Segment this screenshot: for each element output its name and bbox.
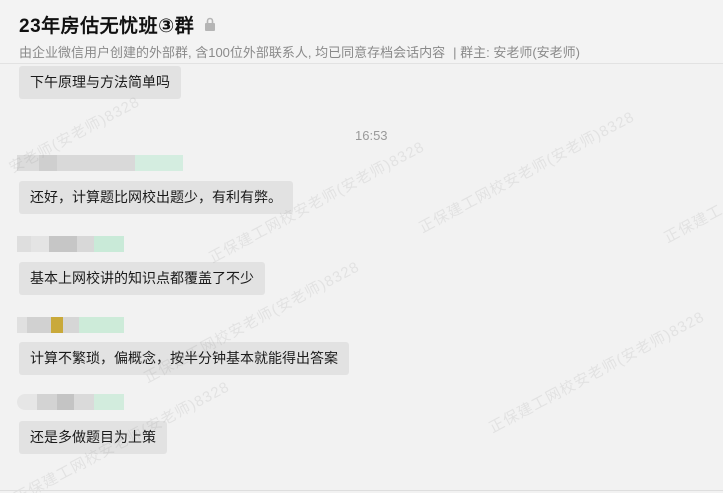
sender-name-blurred[interactable] — [17, 155, 183, 171]
message-timestamp: 16:53 — [355, 128, 388, 143]
message-bubble[interactable]: 还是多做题目为上策 — [19, 421, 167, 454]
input-divider — [0, 490, 723, 491]
sender-name-blurred[interactable] — [17, 317, 124, 333]
lock-icon — [205, 17, 216, 31]
message-bubble[interactable]: 还好，计算题比网校出题少，有利有弊。 — [19, 181, 293, 214]
sender-name-blurred[interactable] — [17, 394, 124, 410]
watermark-text: 正保建工网校安老师(安老师)8328 — [486, 308, 708, 437]
message-bubble[interactable]: 基本上网校讲的知识点都覆盖了不少 — [19, 262, 265, 295]
sender-name-blurred[interactable] — [17, 236, 124, 252]
group-owner[interactable]: | 群主: 安老师(安老师) — [453, 45, 580, 60]
message-bubble[interactable]: 计算不繁琐，偏概念，按半分钟基本就能得出答案 — [19, 342, 349, 375]
message-list[interactable]: 下午原理与方法简单吗 16:53 还好，计算题比网校出题少，有利有弊。 基本上网… — [0, 64, 723, 493]
title-row: 23年房估无忧班③群 — [19, 11, 216, 38]
group-info-text: 由企业微信用户创建的外部群, 含100位外部联系人, 均已同意存档会话内容 — [19, 45, 446, 60]
group-description: 由企业微信用户创建的外部群, 含100位外部联系人, 均已同意存档会话内容 | 群… — [19, 42, 580, 61]
group-title[interactable]: 23年房估无忧班③群 — [19, 11, 194, 38]
message-bubble[interactable]: 下午原理与方法简单吗 — [19, 66, 181, 99]
watermark-text: 正保建工 — [661, 201, 723, 247]
watermark-text: 正保建工网校安老师(安老师)8328 — [416, 108, 638, 237]
chat-header: 23年房估无忧班③群 由企业微信用户创建的外部群, 含100位外部联系人, 均已… — [0, 0, 723, 64]
